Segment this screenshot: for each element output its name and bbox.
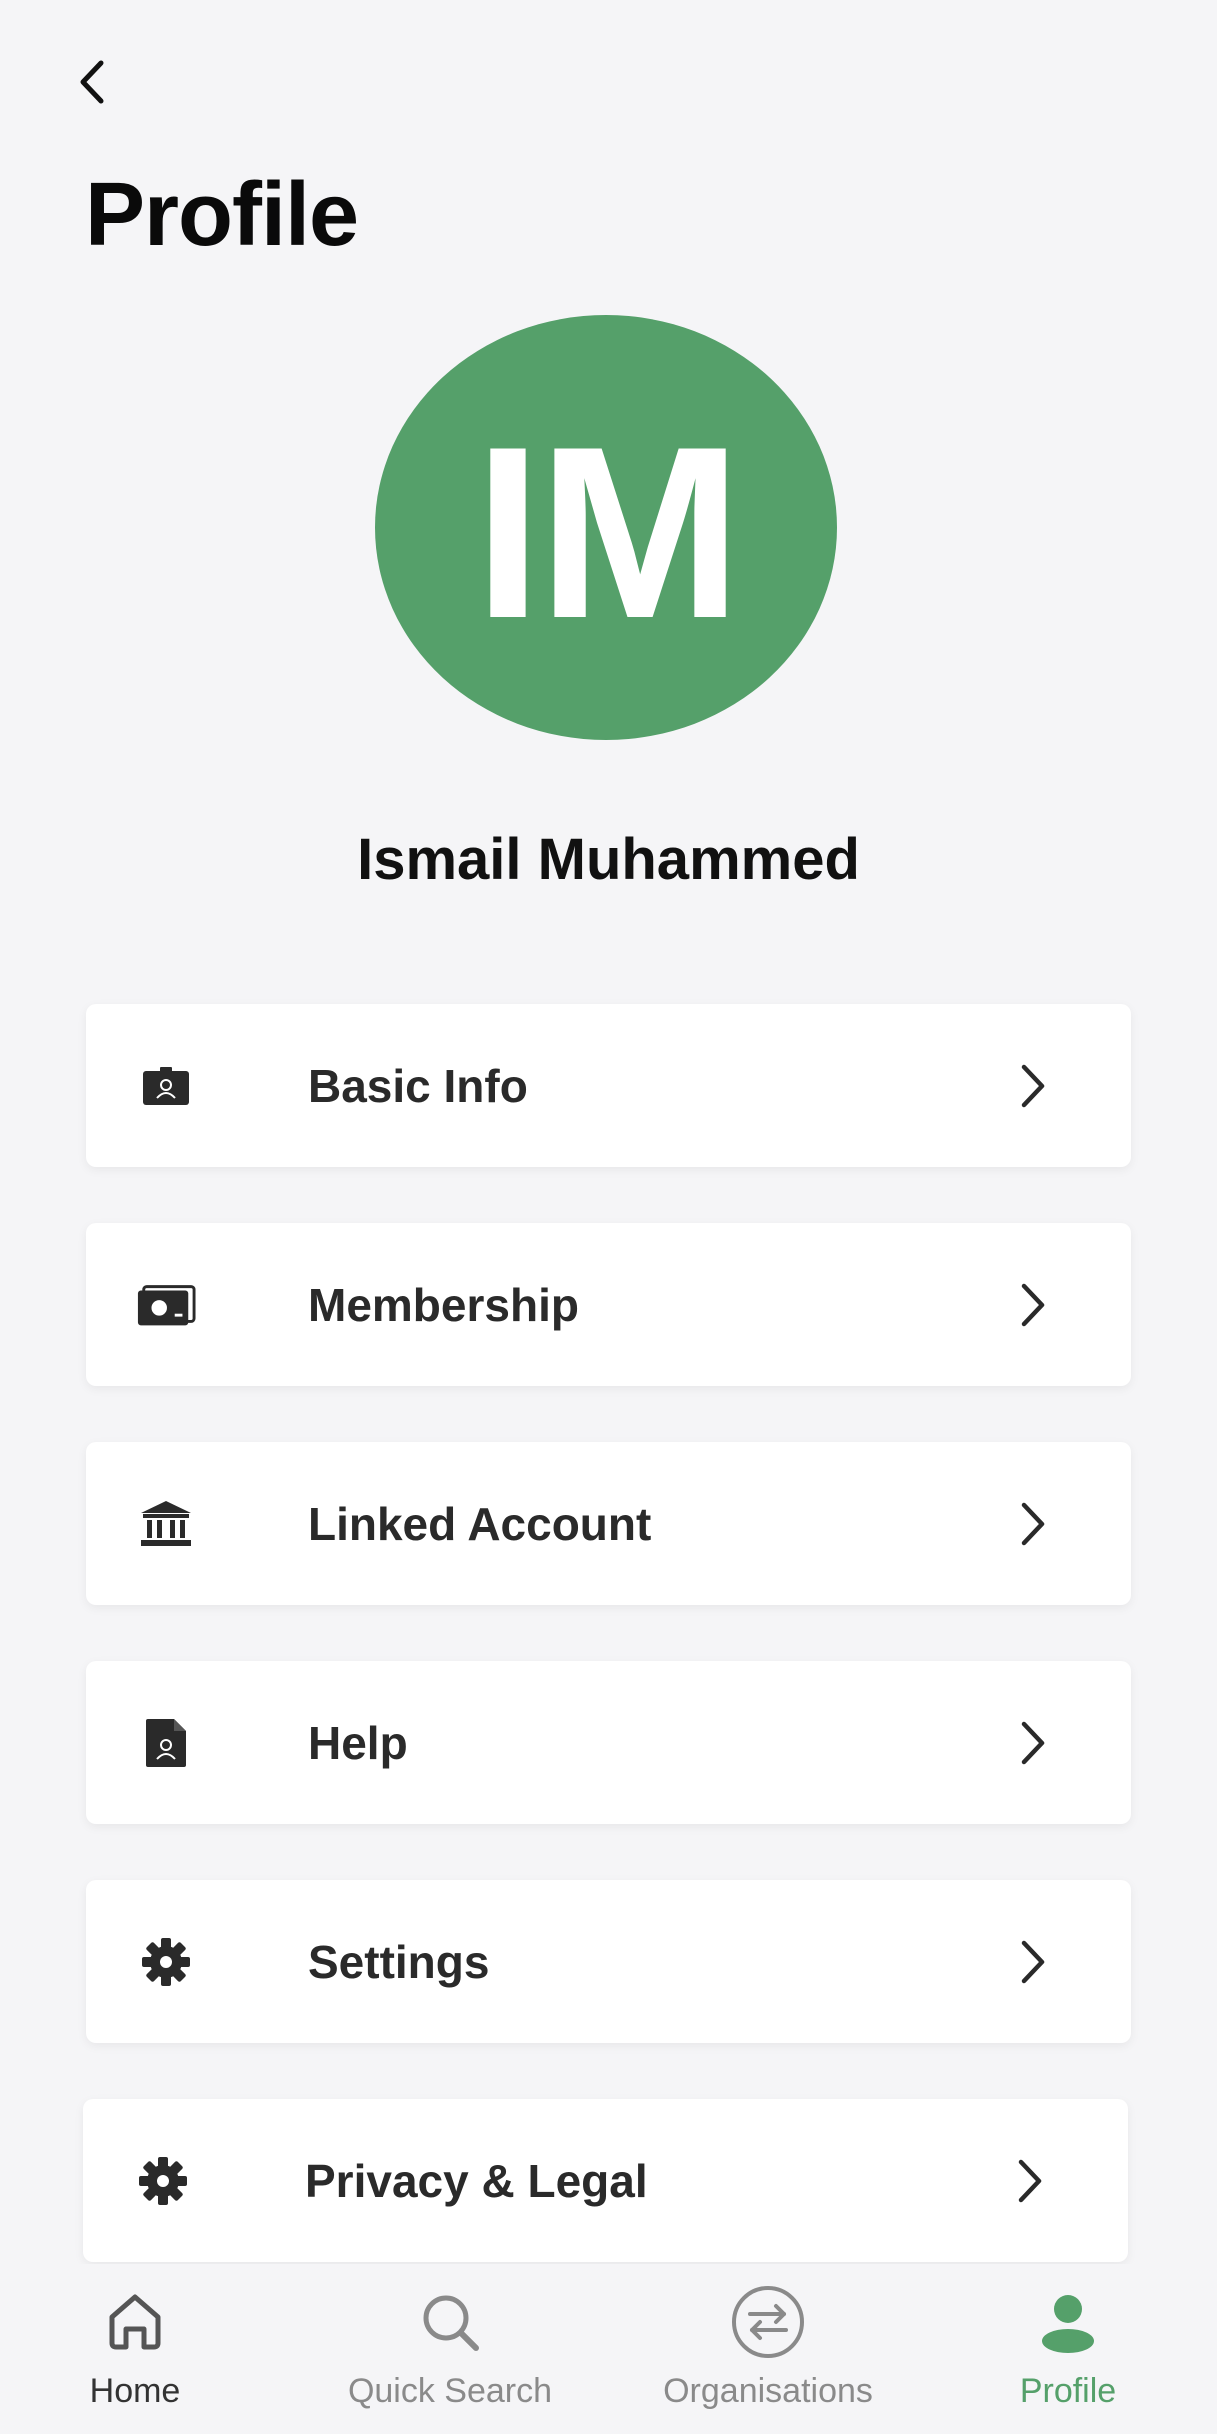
menu-item-label: Basic Info bbox=[308, 1059, 528, 1112]
chevron-right-icon bbox=[1013, 1275, 1053, 1335]
tab-bar: Home Quick Search Organisations Profile bbox=[0, 2264, 1217, 2434]
tab-home[interactable]: Home bbox=[55, 2282, 215, 2432]
menu-item-help[interactable]: Help bbox=[86, 1661, 1131, 1824]
menu-item-privacy-legal[interactable]: Privacy & Legal bbox=[83, 2099, 1128, 2262]
menu-item-settings[interactable]: Settings bbox=[86, 1880, 1131, 2043]
document-user-icon bbox=[136, 1713, 196, 1773]
user-name: Ismail Muhammed bbox=[357, 827, 860, 892]
chevron-right-icon bbox=[1013, 1932, 1053, 1992]
id-badge-icon bbox=[136, 1056, 196, 1116]
avatar[interactable]: IM bbox=[375, 315, 837, 740]
menu-item-membership[interactable]: Membership bbox=[86, 1223, 1131, 1386]
menu-item-label: Membership bbox=[308, 1278, 579, 1331]
menu-item-label: Linked Account bbox=[308, 1497, 652, 1550]
gear-icon bbox=[133, 2151, 193, 2211]
menu-item-label: Help bbox=[308, 1716, 408, 1769]
tab-label: Home bbox=[89, 2372, 181, 2410]
tab-label: Organisations bbox=[663, 2372, 873, 2410]
membership-card-icon bbox=[136, 1275, 196, 1335]
tab-label: Quick Search bbox=[347, 2372, 553, 2410]
chevron-right-icon bbox=[1010, 2151, 1050, 2211]
tab-organisations[interactable]: Organisations bbox=[648, 2282, 888, 2432]
menu-item-basic-info[interactable]: Basic Info bbox=[86, 1004, 1131, 1167]
search-icon bbox=[410, 2282, 490, 2362]
user-icon bbox=[1028, 2282, 1108, 2362]
page-title: Profile bbox=[85, 165, 359, 265]
chevron-right-icon bbox=[1013, 1056, 1053, 1116]
tab-profile[interactable]: Profile bbox=[988, 2282, 1148, 2432]
chevron-right-icon bbox=[1013, 1713, 1053, 1773]
menu-item-label: Privacy & Legal bbox=[305, 2154, 648, 2207]
swap-arrows-icon bbox=[728, 2282, 808, 2362]
chevron-right-icon bbox=[1013, 1494, 1053, 1554]
tab-quick-search[interactable]: Quick Search bbox=[330, 2282, 570, 2432]
menu-item-label: Settings bbox=[308, 1935, 490, 1988]
home-icon bbox=[95, 2282, 175, 2362]
avatar-initials: IM bbox=[473, 395, 742, 669]
tab-label: Profile bbox=[1019, 2372, 1117, 2410]
bank-icon bbox=[136, 1494, 196, 1554]
chevron-left-icon bbox=[80, 60, 104, 104]
back-button[interactable] bbox=[62, 52, 122, 112]
menu-item-linked-account[interactable]: Linked Account bbox=[86, 1442, 1131, 1605]
gear-icon bbox=[136, 1932, 196, 1992]
